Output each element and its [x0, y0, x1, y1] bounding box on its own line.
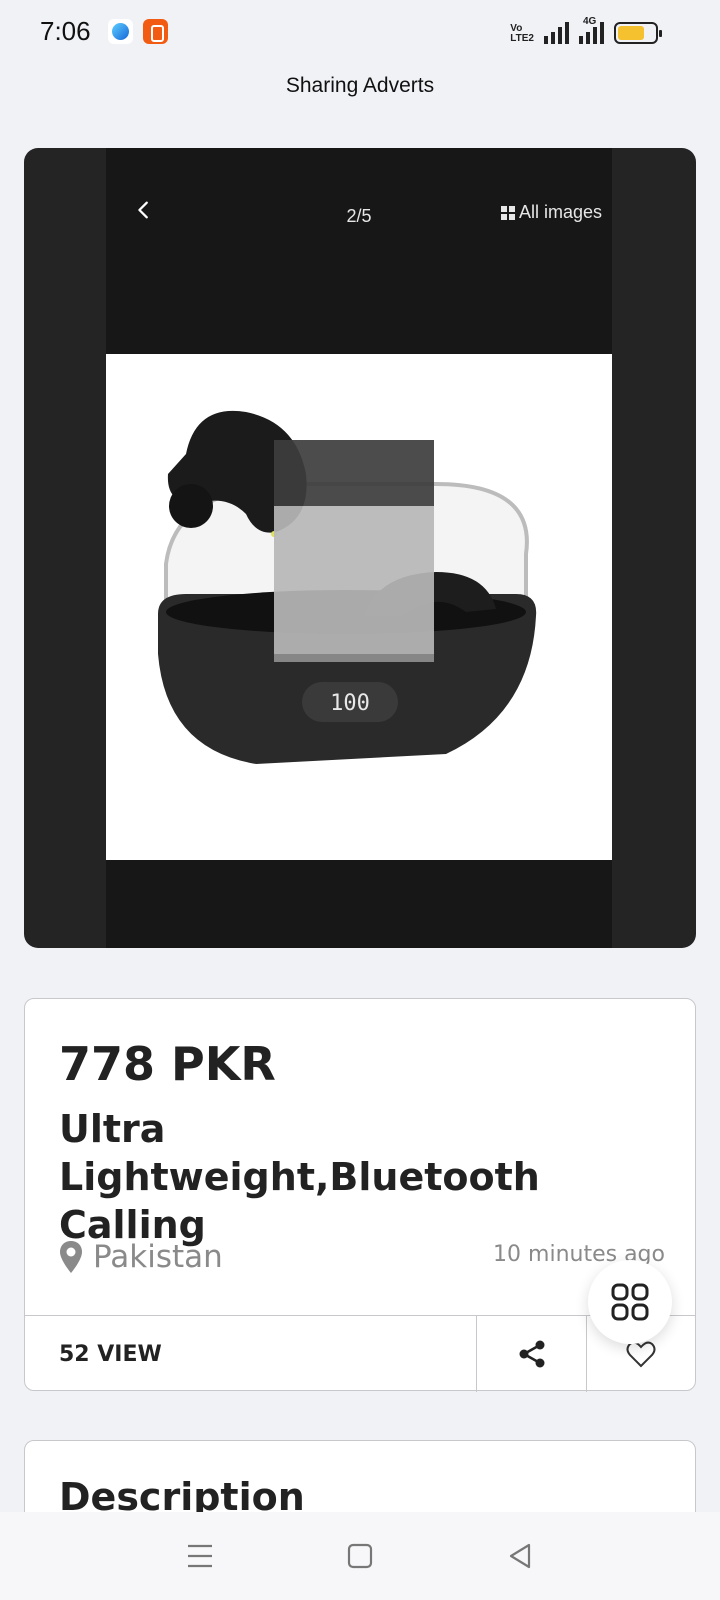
nav-menu-button[interactable] [170, 1526, 230, 1586]
apps-fab-button[interactable] [588, 1260, 672, 1344]
product-title: Ultra Lightweight,Bluetooth Calling [59, 1107, 540, 1247]
signal-4g-icon: 4G [579, 16, 604, 44]
product-info-card: 778 PKR Ultra Lightweight,Bluetooth Call… [24, 998, 696, 1392]
all-images-label: All images [518, 202, 602, 222]
menu-icon [188, 1544, 212, 1568]
share-icon [519, 1340, 544, 1368]
grid-icon [500, 205, 515, 220]
image-gallery[interactable]: 2/5 All images 100 [24, 148, 696, 948]
signal-icon [544, 22, 569, 44]
page-title: Sharing Adverts [285, 74, 435, 97]
browser-app-icon [108, 19, 133, 44]
view-count: 52 VIEW [25, 1316, 477, 1392]
map-pin-icon [60, 1241, 82, 1273]
battery-fill [618, 26, 644, 40]
location: Pakistan [59, 1239, 223, 1275]
status-indicators: Vo LTE2 4G [510, 16, 662, 44]
status-bar: 7:06 Vo LTE2 4G [0, 0, 720, 64]
triangle-back-icon [509, 1543, 531, 1569]
square-icon [347, 1543, 373, 1569]
apps-grid-icon [611, 1283, 649, 1321]
volte-icon: Vo LTE2 [510, 23, 534, 44]
location-label: Pakistan [93, 1239, 223, 1275]
card-actions: 52 VIEW [25, 1315, 695, 1392]
shopping-app-icon [143, 19, 168, 44]
thumbnail-preview [274, 440, 434, 662]
nav-home-button[interactable] [330, 1526, 390, 1586]
price: 778 PKR [59, 1037, 276, 1091]
nav-back-button[interactable] [490, 1526, 550, 1586]
all-images-button[interactable]: All images [500, 202, 602, 223]
share-button[interactable] [477, 1316, 587, 1392]
battery-icon [614, 22, 662, 44]
system-nav-bar [0, 1512, 720, 1600]
heart-icon [626, 1341, 656, 1368]
status-time: 7:06 [40, 16, 91, 46]
svg-text:100: 100 [330, 691, 370, 716]
image-viewer[interactable]: 2/5 All images 100 [106, 148, 612, 948]
